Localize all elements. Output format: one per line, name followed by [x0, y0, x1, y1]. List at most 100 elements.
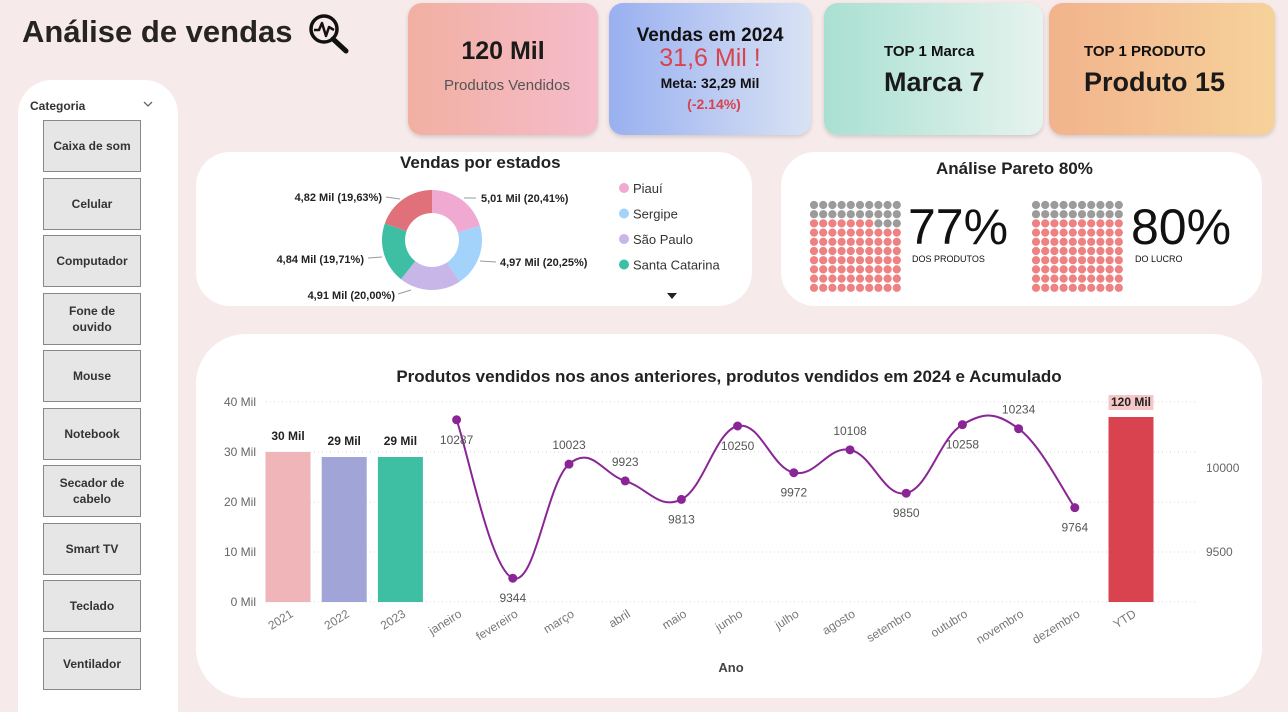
slicer-item-caixa-de-som[interactable]: Caixa de som [43, 120, 141, 172]
line-point-julho[interactable] [789, 468, 799, 478]
slicer-item-computador[interactable]: Computador [43, 235, 141, 287]
line-point-setembro[interactable] [901, 488, 911, 498]
donut-slice[interactable] [384, 190, 432, 232]
waffle-dot [874, 283, 883, 292]
waffle-dot [1114, 237, 1123, 246]
x-tick-label: YTD [1111, 606, 1139, 631]
waffle-dot [846, 283, 855, 292]
waffle-dot [1059, 265, 1068, 274]
waffle-dot [1114, 200, 1123, 210]
line-data-label: 9923 [612, 455, 639, 469]
line-point-agosto[interactable] [845, 445, 855, 455]
legend-label[interactable]: Santa Catarina [633, 258, 720, 273]
waffle-dot [1041, 200, 1050, 210]
waffle-dot [1050, 200, 1059, 210]
waffle-dot [883, 200, 892, 210]
waffle-dot [837, 210, 846, 219]
line-point-fevereiro[interactable] [508, 573, 518, 583]
chevron-down-icon[interactable] [142, 99, 154, 109]
x-tick-label: junho [712, 607, 745, 635]
kpi-vendas-alert: ! [753, 44, 761, 72]
waffle-dot [819, 256, 828, 265]
waffle-dot [1077, 228, 1087, 237]
waffle-dot [1041, 219, 1050, 228]
donut-leader-line [367, 256, 383, 259]
slicer-item-mouse[interactable]: Mouse [43, 350, 141, 402]
slicer-item-teclado[interactable]: Teclado [43, 580, 141, 632]
pareto-lucro-caption: DO LUCRO [1135, 254, 1183, 264]
slicer-item-notebook[interactable]: Notebook [43, 407, 141, 460]
y-left-tick: 0 Mil [231, 595, 256, 609]
line-data-label: 9813 [668, 512, 695, 526]
waffle-dot [1114, 265, 1123, 274]
line-point-março[interactable] [564, 459, 574, 469]
pareto-lucro-pct: 80% [1131, 199, 1232, 255]
slicer-item-secador-de-cabelo[interactable]: Secador de cabelo [43, 465, 141, 517]
waffle-dot [1077, 283, 1087, 292]
legend-scroll-down-icon[interactable] [666, 292, 678, 300]
waffle-dot [1050, 283, 1059, 292]
line-data-label: 10287 [440, 433, 474, 447]
waffle-dot [892, 274, 901, 283]
waffle-dot [1087, 256, 1096, 265]
y-right-tick: 10000 [1206, 461, 1240, 475]
waffle-dot [1114, 256, 1123, 265]
slicer-item-smart-tv[interactable]: Smart TV [43, 522, 141, 575]
waffle-dot [819, 200, 828, 210]
waffle-dot [892, 256, 901, 265]
bar-2022[interactable] [321, 457, 367, 602]
line-point-janeiro[interactable] [452, 415, 462, 425]
slicer-item-ventilador[interactable]: Ventilador [43, 637, 141, 690]
bar-ytd[interactable] [1108, 417, 1154, 602]
bar-data-label: 120 Mil [1111, 395, 1151, 409]
waffle-dot [1096, 228, 1105, 237]
waffle-dot [1068, 210, 1077, 219]
x-axis-title: Ano [718, 660, 743, 675]
line-point-outubro[interactable] [957, 420, 967, 430]
kpi-vendas-value-row: 31,6 Mil ! [609, 44, 811, 73]
waffle-dot [1031, 228, 1041, 237]
bar-2021[interactable] [265, 452, 311, 602]
waffle-dot [1059, 228, 1068, 237]
waffle-dot [1087, 237, 1096, 246]
waffle-dot [1087, 210, 1096, 219]
waffle-dot [1077, 210, 1087, 219]
waffle-dot [1050, 246, 1059, 256]
waffle-dot [865, 200, 874, 210]
page-title: Análise de vendas [22, 14, 293, 49]
line-point-dezembro[interactable] [1070, 503, 1080, 513]
waffle-dot [1077, 219, 1087, 228]
waffle-dot [1105, 237, 1114, 246]
x-tick-label: julho [772, 607, 802, 633]
donut-data-label: 4,91 Mil (20,00%) [308, 290, 396, 302]
y-left-tick: 40 Mil [224, 395, 256, 409]
waffle-dot [809, 283, 819, 292]
line-point-maio[interactable] [676, 494, 686, 504]
slicer-item-fone-de-ouvido[interactable]: Fone de ouvido [43, 292, 141, 345]
waffle-dot [1041, 210, 1050, 219]
line-point-junho[interactable] [733, 421, 743, 431]
line-point-novembro[interactable] [1014, 424, 1024, 434]
waffle-dot [1087, 274, 1096, 283]
waffle-dot [1059, 246, 1068, 256]
waffle-dot [846, 237, 855, 246]
waffle-dot [883, 265, 892, 274]
legend-label[interactable]: Piauí [633, 181, 663, 196]
legend-label[interactable]: São Paulo [633, 232, 693, 247]
bar-2023[interactable] [377, 457, 423, 602]
legend-label[interactable]: Sergipe [633, 207, 678, 222]
waffle-dot [1105, 283, 1114, 292]
waffle-dot [846, 274, 855, 283]
kpi-produtos-label: Produtos Vendidos [444, 77, 570, 94]
x-tick-label: setembro [864, 607, 914, 646]
waffle-dot [819, 283, 828, 292]
line-point-abril[interactable] [620, 476, 630, 486]
donut-slice[interactable] [432, 190, 480, 233]
slicer-item-celular[interactable]: Celular [43, 177, 141, 230]
waffle-dot [874, 265, 883, 274]
waffle-dot [1114, 210, 1123, 219]
waffle-dot [809, 228, 819, 237]
waffle-dot [1105, 210, 1114, 219]
waffle-dot [809, 210, 819, 219]
states-chart-title: Vendas por estados [400, 153, 561, 172]
